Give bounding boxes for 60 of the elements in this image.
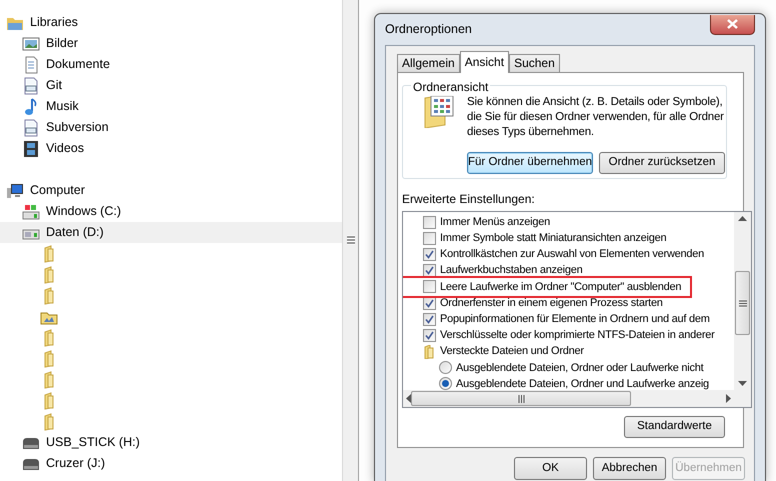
scroll-right-icon[interactable] — [726, 394, 731, 403]
setting-option[interactable]: Immer Menüs anzeigen — [403, 214, 550, 230]
checkbox[interactable] — [423, 328, 436, 342]
setting-option[interactable]: Leere Laufwerke im Ordner "Computer" ausblenden — [403, 278, 690, 295]
tab[interactable]: Ansicht — [460, 51, 510, 73]
checkbox[interactable] — [423, 232, 436, 245]
scrollbar-thumb[interactable] — [411, 391, 631, 406]
scroll-down-icon[interactable] — [738, 381, 747, 386]
system-drive-icon — [22, 202, 40, 220]
folder-icon — [423, 344, 436, 359]
grip-icon — [518, 394, 524, 402]
videos-icon — [22, 140, 40, 158]
folder-view-icon — [423, 94, 455, 128]
tree-item[interactable]: Videos — [0, 138, 342, 159]
setting-option[interactable]: Verschlüsselte oder komprimierte NTFS-Dateien in anderer — [403, 327, 715, 344]
radio-button[interactable] — [439, 377, 452, 390]
dialog-button[interactable]: Abbrechen — [593, 457, 666, 480]
tree-item[interactable]: Dokumente — [0, 54, 342, 75]
pictures-icon — [22, 34, 40, 52]
tree-item[interactable]: Windows (C:) — [0, 201, 342, 222]
checkbox[interactable] — [423, 280, 436, 294]
setting-option[interactable]: Laufwerkbuchstaben anzeigen — [403, 262, 582, 279]
dialog-button[interactable]: OK — [514, 457, 587, 480]
checkbox[interactable] — [423, 312, 436, 326]
close-button[interactable] — [710, 14, 755, 34]
tree-item[interactable]: Musik — [0, 96, 342, 117]
setting-option[interactable]: Kontrollkästchen zur Auswahl von Elementen verwenden — [403, 246, 704, 263]
tree-item[interactable]: Bilder — [0, 33, 342, 54]
scrollbar-thumb[interactable] — [735, 271, 750, 335]
tree-item[interactable]: Computer — [0, 180, 342, 201]
folder-view-button[interactable]: Für Ordner übernehmen — [467, 152, 593, 174]
window-title: Ordneroptionen — [385, 21, 472, 38]
tree-item[interactable]: Cruzer (J:) — [0, 453, 342, 474]
horizontal-scrollbar[interactable] — [403, 390, 734, 407]
defaults-button[interactable]: Standardwerte — [624, 416, 725, 438]
checkbox[interactable] — [423, 264, 436, 278]
scroll-up-icon[interactable] — [738, 216, 747, 221]
tree-item[interactable]: Git — [0, 75, 342, 96]
checkbox[interactable] — [423, 248, 436, 261]
tree-item[interactable]: USB_STICK (H:) — [0, 432, 342, 453]
splitter-grip-icon[interactable] — [346, 236, 355, 245]
computer-icon — [6, 182, 24, 200]
tree-item[interactable]: Libraries — [0, 12, 342, 33]
setting-option[interactable]: Versteckte Dateien und Ordner — [403, 344, 584, 360]
section-label: Erweiterte Einstellungen: — [402, 191, 536, 208]
tree-item[interactable]: Subversion — [0, 117, 342, 138]
setting-option[interactable]: Immer Symbole statt Miniaturansichten anzeigen — [403, 230, 666, 246]
folder-view-button[interactable]: Ordner zurücksetzen — [599, 152, 725, 174]
close-icon — [727, 19, 738, 29]
tab[interactable]: Suchen — [509, 54, 560, 72]
checkbox[interactable] — [423, 216, 436, 229]
setting-option[interactable]: Popupinformationen für Elemente in Ordnern und auf dem — [403, 311, 710, 328]
radio-button[interactable] — [439, 361, 452, 374]
grip-icon — [738, 300, 746, 306]
setting-option[interactable]: Ausgeblendete Dateien, Ordner oder Laufwerke nicht — [403, 360, 704, 376]
description-text: Sie können die Ansicht (z. B. Details oder Symbole), die Sie für diesen Ordner verwenden, für alle Ordner dieses Typs übernehmen. — [467, 95, 725, 140]
tab[interactable]: Allgemein — [397, 54, 460, 72]
tree-item[interactable]: Daten (D:) — [0, 222, 342, 243]
vertical-scrollbar[interactable] — [734, 212, 751, 390]
setting-option[interactable]: Ordnerfenster in einem eigenen Prozess starten — [403, 294, 663, 312]
